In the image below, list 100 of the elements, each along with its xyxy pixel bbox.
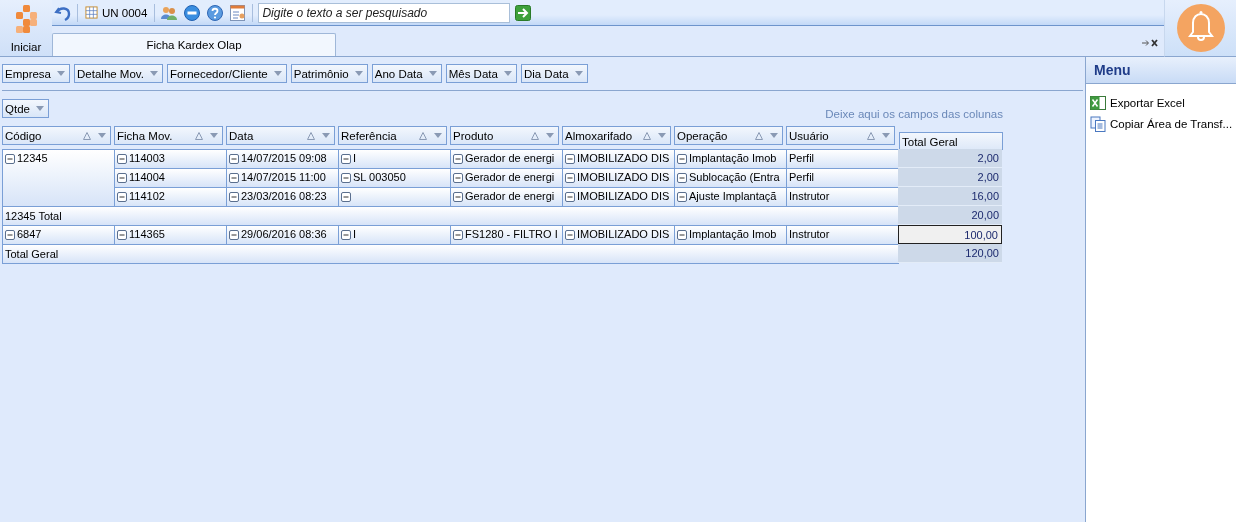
value-cell[interactable]: 100,00	[898, 225, 1002, 244]
cell-text: Gerador de energi	[465, 171, 555, 183]
collapse-icon[interactable]	[341, 192, 351, 202]
cell-text: SL 003050	[353, 171, 406, 183]
collapse-icon[interactable]	[341, 154, 351, 164]
cell-text: Implantação Imob	[689, 228, 777, 240]
cell-text: IMOBILIZADO DIS	[577, 152, 670, 164]
row-field-button[interactable]: Operação	[674, 126, 783, 145]
collapse-icon[interactable]	[5, 154, 15, 164]
data-field-button[interactable]: Qtde	[2, 99, 49, 118]
cell-text: IMOBILIZADO DIS	[577, 190, 670, 202]
dropdown-arrow-icon	[354, 71, 363, 76]
dropdown-arrow-icon	[149, 71, 158, 76]
filter-field-button[interactable]: Empresa	[2, 64, 71, 83]
dropdown-arrow-icon	[322, 133, 330, 138]
cell-text: 114004	[129, 171, 165, 183]
value-cell[interactable]: 2,00	[898, 168, 1002, 187]
collapse-icon[interactable]	[117, 230, 127, 240]
sort-icon	[83, 131, 91, 140]
value-cell[interactable]: 20,00	[898, 206, 1002, 225]
filter-field-button[interactable]: Patrimônio	[290, 64, 368, 83]
collapse-icon[interactable]	[5, 230, 15, 240]
collapse-icon[interactable]	[677, 154, 687, 164]
dropdown-arrow-icon	[658, 133, 666, 138]
collapse-icon[interactable]	[453, 192, 463, 202]
cell-text: Instrutor	[789, 228, 830, 240]
row-field-button[interactable]: Usuário	[786, 126, 895, 145]
collapse-icon[interactable]	[677, 230, 687, 240]
filter-field-button[interactable]: Detalhe Mov.	[74, 64, 163, 83]
pin-close-icon[interactable]	[1141, 38, 1161, 48]
collapse-icon[interactable]	[677, 192, 687, 202]
collapse-icon[interactable]	[453, 173, 463, 183]
collapse-icon[interactable]	[117, 173, 127, 183]
document-tab[interactable]: Ficha Kardex Olap	[52, 33, 336, 56]
value-cell[interactable]: 120,00	[898, 244, 1002, 263]
cell-text: Ajuste Implantaçã	[689, 190, 777, 202]
cell-text: IMOBILIZADO DIS	[577, 228, 670, 240]
dropdown-arrow-icon	[98, 133, 106, 138]
help-icon[interactable]	[206, 3, 225, 22]
dropdown-arrow-icon	[57, 71, 66, 76]
filter-field-button[interactable]: Fornecedor/Cliente	[166, 64, 287, 83]
sort-icon	[755, 131, 763, 140]
cell-text: 23/03/2016 08:23	[241, 190, 327, 202]
collapse-icon[interactable]	[565, 192, 575, 202]
sort-icon	[531, 131, 539, 140]
row-field-button[interactable]: Referência	[338, 126, 447, 145]
cell-text: 114003	[129, 152, 165, 164]
sort-icon	[307, 131, 315, 140]
menu-title: Menu	[1086, 57, 1236, 84]
cell-text: Perfil	[789, 171, 815, 183]
row-field-button[interactable]: Almoxarifado	[562, 126, 671, 145]
menu-item[interactable]: Exportar Excel	[1090, 95, 1236, 111]
collapse-icon[interactable]	[117, 154, 127, 164]
collapse-icon[interactable]	[229, 154, 239, 164]
cell-text: Implantação Imob	[689, 152, 777, 164]
filter-field-button[interactable]: Ano Data	[371, 64, 442, 83]
cell-text: FS1280 - FILTRO I	[465, 228, 558, 240]
collapse-icon[interactable]	[117, 192, 127, 202]
value-cell[interactable]: 16,00	[898, 187, 1002, 206]
collapse-icon[interactable]	[677, 173, 687, 183]
collapse-icon[interactable]	[341, 173, 351, 183]
collapse-icon[interactable]	[229, 173, 239, 183]
dropdown-arrow-icon	[35, 106, 44, 111]
cell-text: 114365	[129, 228, 165, 240]
start-button[interactable]: Iniciar	[0, 0, 52, 57]
dropdown-arrow-icon	[434, 133, 442, 138]
dropdown-arrow-icon	[273, 71, 282, 76]
row-field-button[interactable]: Data	[226, 126, 335, 145]
collapse-icon[interactable]	[565, 154, 575, 164]
column-area-hint: Deixe aqui os campos das colunas	[825, 108, 1003, 120]
cell-text: 12345	[17, 152, 48, 164]
collapse-icon[interactable]	[565, 173, 575, 183]
dropdown-arrow-icon	[428, 71, 437, 76]
cell-text: 12345 Total	[5, 210, 62, 222]
search-field[interactable]: Digite o texto a ser pesquisado	[258, 2, 511, 23]
row-field-button[interactable]: Código	[2, 126, 111, 145]
menu-item[interactable]: Copiar Área de Transf...	[1090, 116, 1236, 132]
collapse-icon[interactable]	[229, 192, 239, 202]
collapse-icon[interactable]	[229, 230, 239, 240]
unit-button[interactable]: UN 0004	[83, 6, 150, 19]
value-cell[interactable]: 2,00	[898, 149, 1002, 168]
dropdown-arrow-icon	[574, 71, 583, 76]
row-field-button[interactable]: Ficha Mov.	[114, 126, 223, 145]
cell-text: 14/07/2015 11:00	[241, 171, 326, 183]
form-icon[interactable]	[229, 3, 248, 22]
filter-field-button[interactable]: Mês Data	[445, 64, 517, 83]
cell-text: 6847	[17, 228, 42, 240]
sort-icon	[867, 131, 875, 140]
collapse-icon[interactable]	[565, 230, 575, 240]
cell-text: Gerador de energi	[465, 152, 555, 164]
sort-icon	[643, 131, 651, 140]
minus-circle-icon[interactable]	[183, 3, 202, 22]
filter-field-button[interactable]: Dia Data	[520, 64, 588, 83]
row-field-button[interactable]: Produto	[450, 126, 559, 145]
collapse-icon[interactable]	[453, 230, 463, 240]
go-arrow-icon[interactable]	[515, 4, 532, 21]
cell-text: Sublocação (Entra	[689, 171, 780, 183]
cell-text: IMOBILIZADO DIS	[577, 171, 670, 183]
collapse-icon[interactable]	[453, 154, 463, 164]
collapse-icon[interactable]	[341, 230, 351, 240]
